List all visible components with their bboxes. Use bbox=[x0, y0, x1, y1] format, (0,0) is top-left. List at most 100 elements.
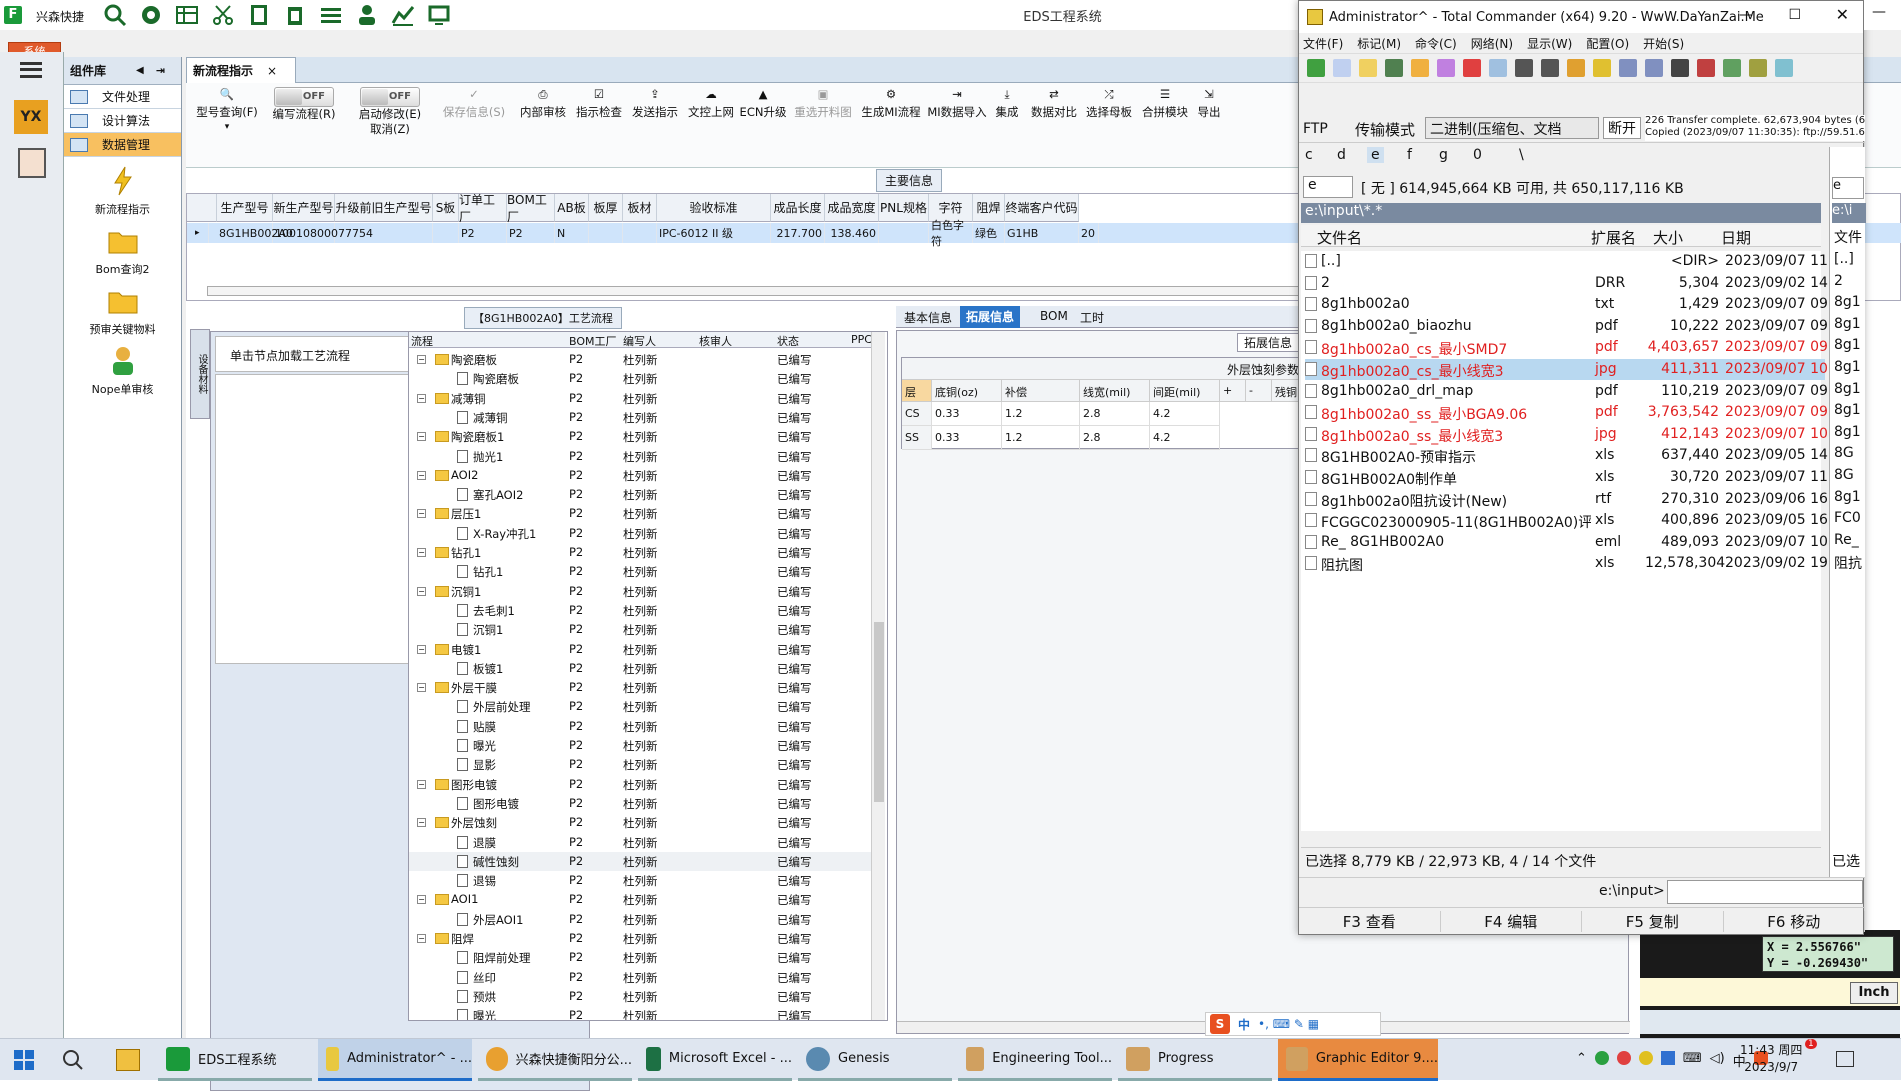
minimize-icon[interactable]: — bbox=[1872, 4, 1886, 20]
tree-row[interactable]: 贴膜 P2 杜列新 已编写 bbox=[409, 717, 879, 736]
ftp-connect-icon[interactable] bbox=[1619, 59, 1637, 77]
right-file-row[interactable]: 8g1 bbox=[1834, 294, 1861, 310]
right-file-row[interactable]: 8g1 bbox=[1834, 424, 1861, 440]
tree-row[interactable]: − AOI1 P2 杜列新 已编写 bbox=[409, 890, 879, 909]
tree-row[interactable]: − 外层干膜 P2 杜列新 已编写 bbox=[409, 678, 879, 697]
back-icon[interactable] bbox=[1515, 59, 1533, 77]
menu-net[interactable]: 网络(N) bbox=[1471, 35, 1513, 52]
file-row[interactable]: 8g1hb002a0_ss_最小BGA9.06 pdf 3,763,542 2023/… bbox=[1305, 402, 1842, 423]
film-icon[interactable] bbox=[247, 3, 277, 27]
task-engineering-tool[interactable]: Engineering Tool... bbox=[958, 1039, 1112, 1081]
tree-row[interactable]: 沉铜1 P2 杜列新 已编写 bbox=[409, 620, 879, 639]
tool-bom-query[interactable]: Bom查询2 bbox=[64, 225, 181, 277]
main-col-header[interactable]: 新生产型号 bbox=[273, 194, 335, 222]
menu-file[interactable]: 文件(F) bbox=[1303, 35, 1343, 52]
tree-icon[interactable] bbox=[1411, 59, 1429, 77]
menu-show[interactable]: 显示(W) bbox=[1527, 35, 1572, 52]
horizontal-scrollbar[interactable] bbox=[207, 286, 1307, 296]
filter-icon[interactable] bbox=[1437, 59, 1455, 77]
main-col-header[interactable]: BOM工厂 bbox=[507, 193, 555, 224]
windows-start-icon[interactable] bbox=[14, 1050, 34, 1070]
right-file-row[interactable]: 阻抗 bbox=[1834, 553, 1862, 573]
tree-row[interactable]: 退锡 P2 杜列新 已编写 bbox=[409, 871, 879, 890]
tree-row[interactable]: 板镀1 P2 杜列新 已编写 bbox=[409, 659, 879, 678]
user-icon[interactable] bbox=[355, 3, 385, 27]
ime-mode[interactable]: 中 bbox=[1238, 1016, 1250, 1033]
side-tab-equipment[interactable]: 设备材料 bbox=[190, 329, 210, 419]
rename-icon[interactable] bbox=[1697, 59, 1715, 77]
tab-new-flow[interactable]: 新流程指示 × bbox=[186, 57, 296, 83]
chevron-up-icon[interactable]: ⌃ bbox=[1576, 1051, 1587, 1070]
ime-toolbar[interactable]: S 中 •, ⌨ ✎ ▦ bbox=[1205, 1012, 1381, 1036]
process-tree[interactable]: 流程 BOM工厂 编写人 核审人 状态 PPC − 陶瓷磨板 P2 杜列新 已编写 陶瓷磨板 P2 杜列… bbox=[408, 331, 888, 1021]
right-file-row[interactable]: 8g1 bbox=[1834, 489, 1861, 505]
etch-col-header[interactable]: 间距(mil) bbox=[1150, 380, 1220, 402]
f4-edit-button[interactable]: F4 编辑 bbox=[1441, 911, 1582, 932]
tab-bom[interactable]: BOM bbox=[1040, 309, 1068, 323]
file-row[interactable]: 8g1hb002a0_ss_最小线宽3 jpg 412,143 2023/09/07 … bbox=[1305, 424, 1842, 445]
save-info-button[interactable]: ✓ 保存信息(S) bbox=[438, 87, 510, 120]
tool-nope-review[interactable]: Nope单审核 bbox=[64, 345, 181, 397]
right-drive[interactable]: e bbox=[1832, 177, 1864, 199]
list-icon[interactable] bbox=[319, 3, 349, 27]
expand-toggle-icon[interactable]: − bbox=[417, 470, 426, 480]
sync-icon[interactable] bbox=[1723, 59, 1741, 77]
tree-row[interactable]: 抛光1 P2 杜列新 已编写 bbox=[409, 447, 879, 466]
tree-row[interactable]: 显影 P2 杜列新 已编写 bbox=[409, 755, 879, 774]
close-icon[interactable]: ✕ bbox=[1836, 5, 1849, 24]
drive-g[interactable]: g bbox=[1439, 147, 1448, 163]
tree-row[interactable]: 陶瓷磨板 P2 杜列新 已编写 bbox=[409, 369, 879, 388]
tree-row[interactable]: 退膜 P2 杜列新 已编写 bbox=[409, 833, 879, 852]
col-date[interactable]: 日期 bbox=[1721, 227, 1751, 248]
menu-data-management[interactable]: 数据管理 bbox=[64, 133, 181, 157]
internal-review-button[interactable]: ⎙ 内部审核 bbox=[516, 87, 570, 120]
tree-col-header[interactable]: 编写人 bbox=[623, 333, 656, 349]
right-file-row[interactable]: [..] bbox=[1834, 251, 1854, 267]
tree-row[interactable]: 曝光 P2 杜列新 已编写 bbox=[409, 1006, 879, 1020]
tree-row[interactable]: 减薄铜 P2 杜列新 已编写 bbox=[409, 408, 879, 427]
unpack-icon[interactable] bbox=[1593, 59, 1611, 77]
right-path[interactable]: e:\i bbox=[1832, 203, 1866, 223]
select-motherboard-button[interactable]: ⤮ 选择母板 bbox=[1082, 87, 1136, 120]
menu-file-processing[interactable]: 文件处理 bbox=[64, 85, 181, 109]
expand-toggle-icon[interactable]: − bbox=[417, 683, 426, 693]
task-total-commander[interactable]: Administrator^ - ... bbox=[318, 1039, 472, 1081]
right-file-row[interactable]: FC0 bbox=[1834, 510, 1861, 526]
forward-icon[interactable] bbox=[1541, 59, 1559, 77]
drive-select[interactable]: e bbox=[1303, 176, 1353, 198]
f5-copy-button[interactable]: F5 复制 bbox=[1582, 911, 1724, 932]
tree-row[interactable]: − 陶瓷磨板1 P2 杜列新 已编写 bbox=[409, 427, 879, 446]
tool-prereview[interactable]: 预审关键物料 bbox=[64, 285, 181, 337]
etch-col-header[interactable]: - bbox=[1246, 380, 1272, 402]
main-col-header[interactable]: S板 bbox=[433, 194, 459, 222]
etch-cell[interactable]: 4.2 bbox=[1150, 426, 1220, 450]
main-col-header[interactable]: 验收标准 bbox=[657, 194, 771, 222]
f3-view-button[interactable]: F3 查看 bbox=[1299, 911, 1441, 932]
right-file-row[interactable]: 8g1 bbox=[1834, 359, 1861, 375]
pack-icon[interactable] bbox=[1567, 59, 1585, 77]
main-col-header[interactable]: 阻焊 bbox=[973, 194, 1005, 222]
send-instruction-button[interactable]: ⇪ 发送指示 bbox=[628, 87, 682, 120]
expand-toggle-icon[interactable]: − bbox=[417, 432, 426, 442]
task-eds[interactable]: EDS工程系统 bbox=[158, 1039, 312, 1081]
minimize-icon[interactable]: — bbox=[1739, 7, 1753, 23]
mi-import-button[interactable]: ⇥ MI数据导入 bbox=[926, 87, 988, 120]
drive-network[interactable]: \ bbox=[1519, 147, 1524, 163]
menu-config[interactable]: 配置(O) bbox=[1586, 35, 1629, 52]
clipboard-icon[interactable] bbox=[283, 3, 313, 27]
chart-icon[interactable] bbox=[391, 3, 421, 27]
main-col-header[interactable]: 升级前旧生产型号 bbox=[335, 194, 433, 222]
expand-toggle-icon[interactable]: − bbox=[417, 818, 426, 828]
etch-col-header[interactable]: 补偿 bbox=[1002, 380, 1080, 402]
drive-0[interactable]: 0 bbox=[1473, 147, 1482, 163]
task-browser[interactable]: 兴森快捷衡阳分公... bbox=[478, 1039, 632, 1081]
main-col-header[interactable]: 成品宽度 bbox=[825, 194, 879, 222]
expand-toggle-icon[interactable]: − bbox=[417, 586, 426, 596]
start-edit-toggle[interactable]: OFF 启动修改(E) 取消(Z) bbox=[352, 87, 428, 137]
etch-cell[interactable]: 2.8 bbox=[1080, 402, 1150, 426]
scroll-thumb[interactable] bbox=[874, 622, 884, 802]
col-size[interactable]: 大小 bbox=[1653, 227, 1683, 248]
etch-col-header[interactable]: 线宽(mil) bbox=[1080, 380, 1150, 402]
tree-row[interactable]: − AOI2 P2 杜列新 已编写 bbox=[409, 466, 879, 485]
tree-row[interactable]: − 钻孔1 P2 杜列新 已编写 bbox=[409, 543, 879, 562]
